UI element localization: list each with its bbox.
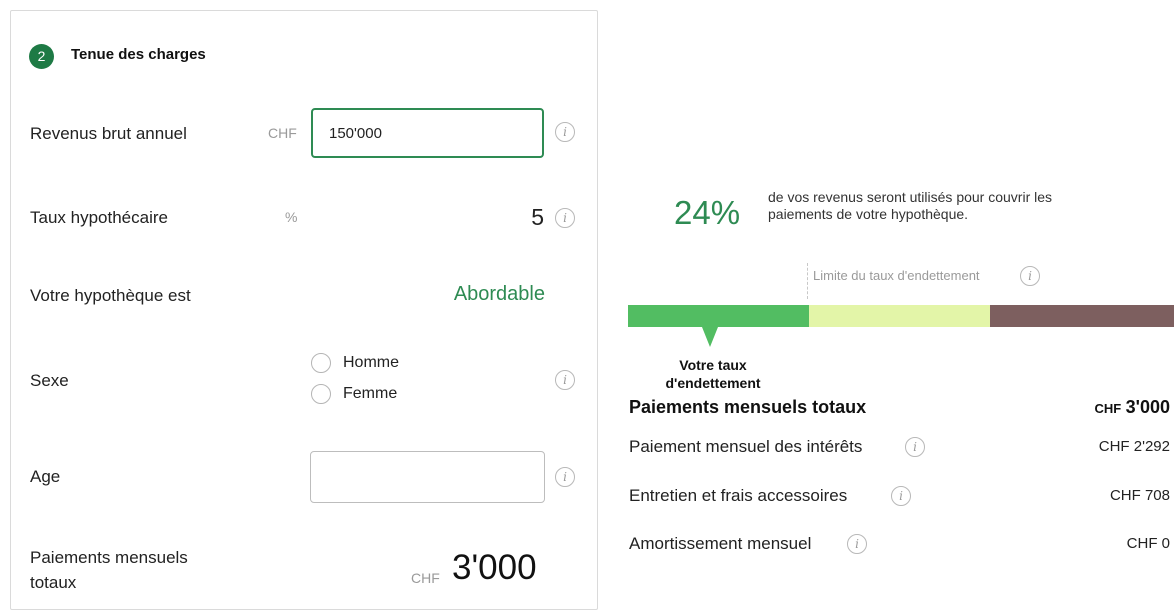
amortization-value: CHF 0 (1126, 535, 1170, 552)
total-currency: CHF (411, 570, 440, 586)
revenue-info-icon[interactable]: i (555, 122, 575, 142)
revenue-input[interactable] (311, 108, 544, 158)
rate-unit: % (285, 209, 298, 225)
interest-payment-value: CHF 2'292 (1098, 438, 1170, 455)
limit-label: Limite du taux d'endettement (813, 268, 980, 283)
sex-info-icon[interactable]: i (555, 370, 575, 390)
total-label-line1: Paiements mensuels (30, 548, 188, 567)
interest-info-icon[interactable]: i (905, 437, 925, 457)
revenue-label: Revenus brut annuel (30, 124, 187, 143)
pointer-label-line-1: Votre taux (679, 357, 747, 373)
radio-femme-label[interactable]: Femme (343, 385, 397, 403)
affordability-status: Abordable (453, 283, 545, 305)
age-label: Age (30, 467, 61, 486)
sex-label: Sexe (30, 371, 69, 390)
description-line-1: de vos revenus seront utilisés pour couv… (768, 189, 1053, 205)
affordability-label: Votre hypothèque est (30, 286, 191, 305)
pointer-label: Votre taux d'endettement (628, 356, 798, 392)
total-label-line2: totaux (30, 573, 77, 592)
summary-total-value-group: CHF 3'000 (1080, 397, 1171, 418)
amortization-info-icon[interactable]: i (847, 534, 867, 554)
step-title: Tenue des charges (71, 46, 206, 63)
age-info-icon[interactable]: i (555, 467, 575, 487)
revenue-currency: CHF (268, 125, 297, 141)
maintenance-value: CHF 708 (1109, 487, 1170, 504)
debt-ratio-pointer (702, 327, 718, 347)
bar-segment-mid (809, 305, 990, 327)
charges-form-card (10, 10, 598, 610)
interest-payment-label: Paiement mensuel des intérêts (629, 437, 863, 456)
summary-total-currency: CHF (1094, 401, 1122, 416)
pointer-label-line-2: d'endettement (665, 375, 761, 391)
limit-info-icon[interactable]: i (1020, 266, 1040, 286)
bar-segment-high (990, 305, 1174, 327)
debt-ratio-description: de vos revenus seront utilisés pour couv… (768, 189, 1052, 223)
summary-total-value: 3'000 (1125, 397, 1170, 417)
amortization-label: Amortissement mensuel (629, 534, 812, 553)
maintenance-info-icon[interactable]: i (891, 486, 911, 506)
rate-info-icon[interactable]: i (555, 208, 575, 228)
summary-total-label: Paiements mensuels totaux (629, 397, 867, 417)
debt-ratio-percentage: 24% (674, 194, 741, 231)
age-input[interactable] (310, 451, 545, 503)
limit-marker-line (807, 263, 808, 299)
rate-value[interactable]: 5 (510, 204, 544, 231)
total-value: 3'000 (452, 548, 537, 587)
radio-homme-label[interactable]: Homme (343, 354, 399, 372)
rate-label: Taux hypothécaire (30, 208, 168, 227)
maintenance-label: Entretien et frais accessoires (629, 486, 848, 505)
bar-segment-low (628, 305, 809, 327)
radio-femme[interactable] (311, 384, 331, 404)
description-line-2: paiements de votre hypothèque. (768, 206, 969, 222)
step-number-badge: 2 (29, 44, 54, 69)
radio-homme[interactable] (311, 353, 331, 373)
